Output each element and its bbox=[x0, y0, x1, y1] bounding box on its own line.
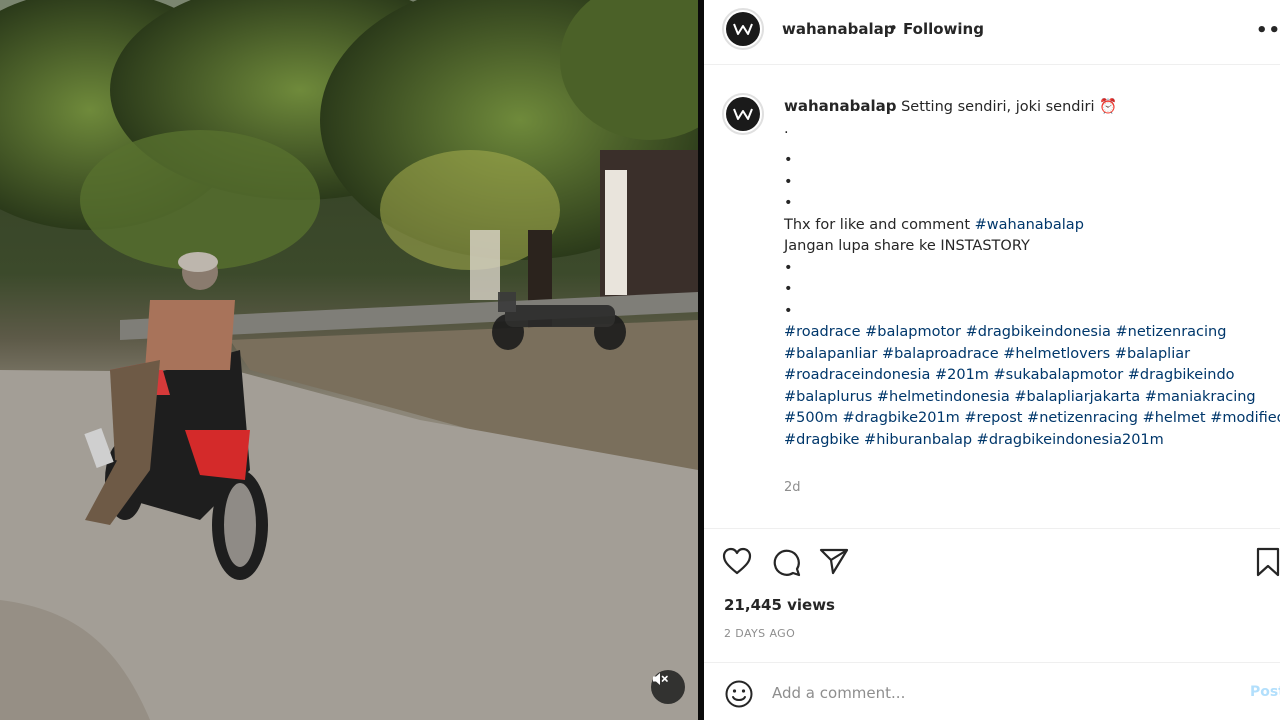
emoji-button[interactable] bbox=[724, 679, 754, 713]
caption-age[interactable]: 2d bbox=[784, 480, 801, 495]
post-side-panel: wahanabalap • Following ••• wahanabalap … bbox=[704, 0, 1280, 720]
save-button[interactable] bbox=[1256, 547, 1280, 581]
comment-bubble-icon bbox=[773, 549, 801, 577]
caption-line: • bbox=[784, 281, 793, 297]
mute-toggle-button[interactable] bbox=[651, 670, 685, 704]
post-author-username[interactable]: wahanabalap bbox=[782, 20, 894, 38]
brand-logo-icon bbox=[733, 23, 753, 35]
share-button[interactable] bbox=[819, 547, 849, 579]
caption-first-line: wahanabalap Setting sendiri, joki sendir… bbox=[784, 96, 1274, 119]
caption-thanks-line: Thx for like and comment #wahanabalap bbox=[784, 215, 1274, 237]
caption-line: • bbox=[784, 152, 793, 168]
video-frame bbox=[0, 0, 698, 720]
hashtag-line[interactable]: #dragbike #hiburanbalap #dragbikeindones… bbox=[784, 430, 1274, 452]
hashtag-line[interactable]: #roadraceindonesia #201m #sukabalapmotor… bbox=[784, 365, 1274, 387]
caption-username[interactable]: wahanabalap bbox=[784, 97, 896, 115]
caption-line: • bbox=[784, 259, 793, 276]
like-button[interactable] bbox=[722, 547, 752, 579]
caption-line: . bbox=[784, 120, 789, 137]
post-header: wahanabalap • Following ••• bbox=[704, 0, 1280, 65]
caption-thanks-text: Thx for like and comment bbox=[784, 216, 971, 233]
heart-icon bbox=[722, 547, 752, 575]
caption-line: • bbox=[784, 173, 793, 190]
following-button[interactable]: Following bbox=[903, 20, 984, 38]
alarm-clock-emoji: ⏰ bbox=[1099, 99, 1118, 115]
hashtag-link[interactable]: #wahanabalap bbox=[975, 217, 1084, 233]
post-timestamp[interactable]: 2 DAYS AGO bbox=[724, 627, 795, 640]
caption-text: wahanabalap Setting sendiri, joki sendir… bbox=[784, 96, 1280, 452]
caption-line: • bbox=[784, 302, 793, 319]
post-action-bar bbox=[704, 528, 1280, 579]
post-comment-button[interactable]: Post bbox=[1250, 684, 1280, 700]
comment-input[interactable] bbox=[770, 681, 1194, 705]
comment-button[interactable] bbox=[771, 547, 801, 581]
brand-logo-icon bbox=[733, 108, 753, 120]
caption-line: Jangan lupa share ke INSTASTORY bbox=[784, 238, 1030, 254]
caption-line: • bbox=[784, 195, 793, 211]
hashtag-line[interactable]: #balapanliar #balaproadrace #helmetlover… bbox=[784, 344, 1274, 366]
view-count[interactable]: 21,445 views bbox=[724, 596, 835, 614]
avatar[interactable] bbox=[722, 8, 764, 50]
bookmark-icon bbox=[1256, 547, 1280, 577]
smiley-icon bbox=[725, 680, 753, 708]
post-video[interactable] bbox=[0, 0, 698, 720]
hashtag-line[interactable]: #balaplurus #helmetindonesia #balapliarj… bbox=[784, 387, 1274, 409]
add-comment-bar: Post bbox=[704, 662, 1280, 721]
caption-message: Setting sendiri, joki sendiri bbox=[901, 99, 1095, 115]
follow-separator: • bbox=[889, 19, 898, 37]
paper-plane-icon bbox=[819, 548, 849, 575]
caption-avatar[interactable] bbox=[722, 93, 764, 135]
hashtag-line[interactable]: #500m #dragbike201m #repost #netizenraci… bbox=[784, 408, 1280, 430]
speaker-muted-icon bbox=[653, 673, 668, 685]
more-options-button[interactable]: ••• bbox=[1256, 20, 1280, 41]
hashtag-line[interactable]: #roadrace #balapmotor #dragbikeindonesia… bbox=[784, 322, 1274, 344]
